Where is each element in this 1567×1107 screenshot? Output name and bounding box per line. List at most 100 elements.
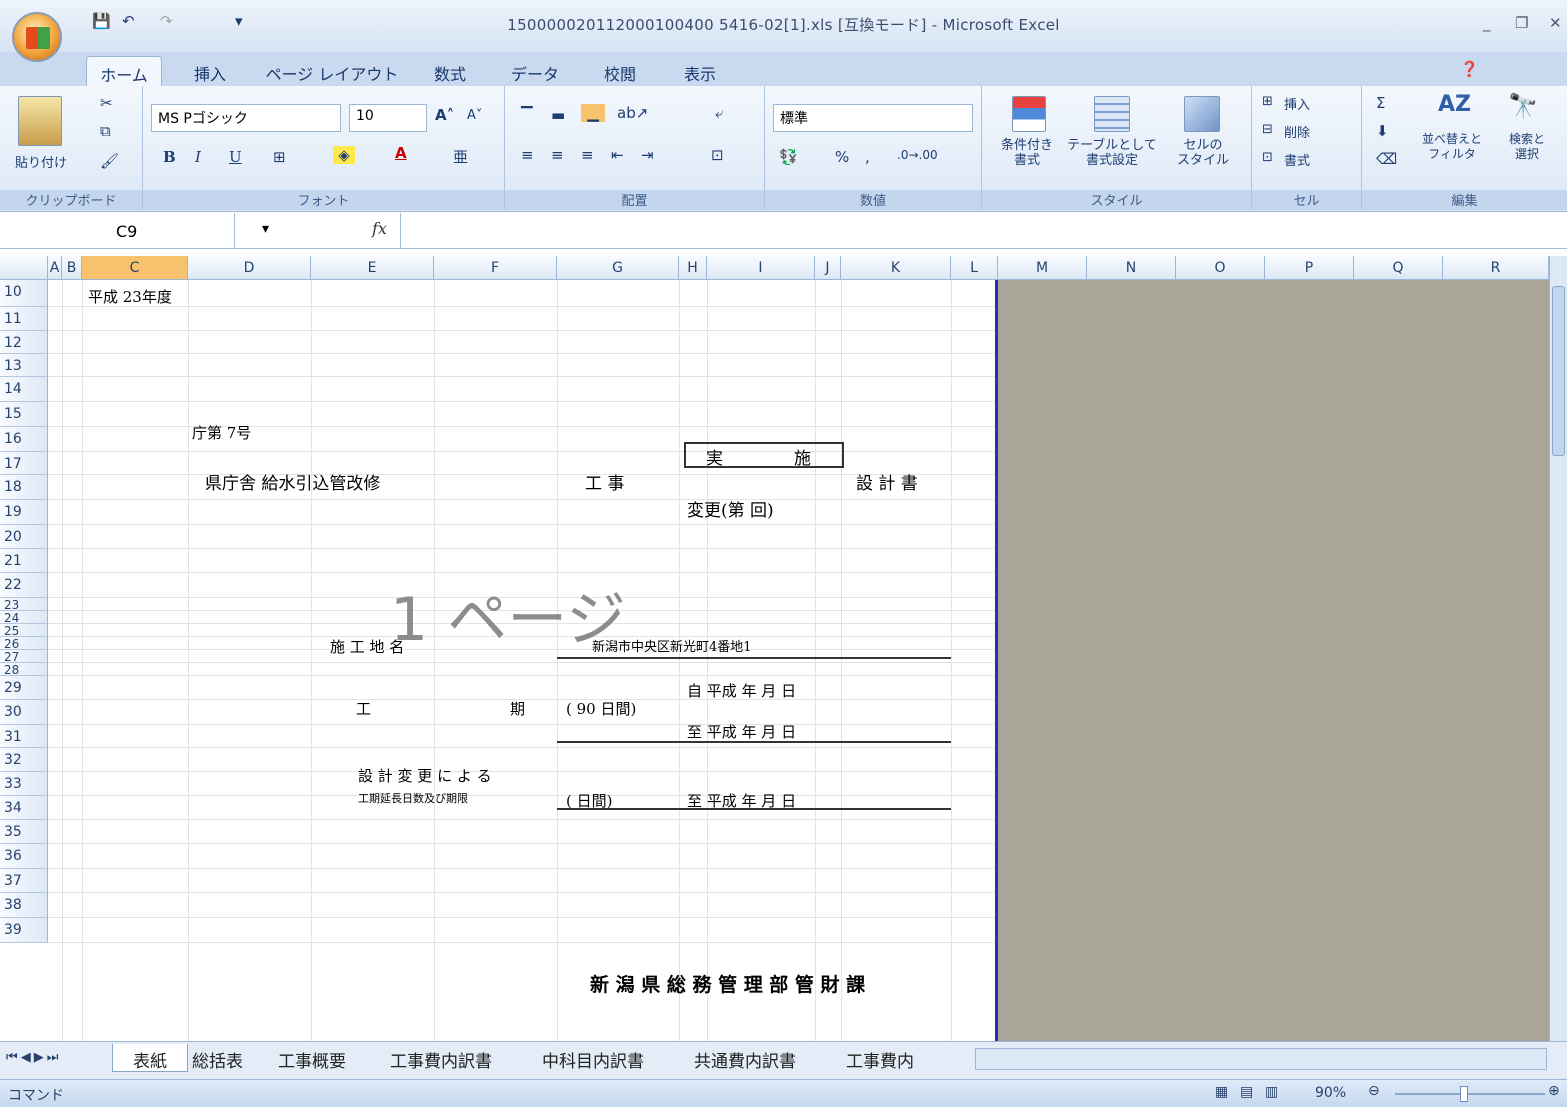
align-left-icon[interactable]: ≡ bbox=[521, 146, 534, 164]
row-header[interactable]: 10 bbox=[0, 280, 48, 307]
sheet-tab-common-detail[interactable]: 共通費内訳書 bbox=[694, 1044, 834, 1072]
zoom-level[interactable]: 90% bbox=[1315, 1085, 1346, 1101]
font-name-select[interactable]: MS Pゴシック bbox=[151, 104, 341, 132]
vertical-scrollbar[interactable] bbox=[1549, 256, 1567, 1041]
jisshi-box[interactable]: 実 施 bbox=[684, 442, 844, 469]
row-header[interactable]: 21 bbox=[0, 549, 48, 573]
row-header[interactable]: 29 bbox=[0, 676, 48, 700]
phonetic-icon[interactable]: 亜 bbox=[453, 146, 468, 167]
tab-formulas[interactable]: 数式 bbox=[420, 56, 480, 86]
row-header[interactable]: 13 bbox=[0, 354, 48, 377]
undo-icon[interactable]: ↶ bbox=[122, 12, 135, 30]
horizontal-scrollbar[interactable] bbox=[975, 1048, 1547, 1070]
row-header[interactable]: 22 bbox=[0, 573, 48, 598]
column-header-h[interactable]: H bbox=[679, 256, 707, 280]
insert-cells-button[interactable]: 挿入 bbox=[1284, 94, 1310, 113]
column-header-p[interactable]: P bbox=[1265, 256, 1354, 280]
font-size-select[interactable]: 10 bbox=[349, 104, 427, 132]
cell-styles-button[interactable]: セルの スタイル bbox=[1168, 138, 1238, 168]
save-icon[interactable]: 💾 bbox=[92, 12, 111, 30]
find-icon[interactable]: 🔭 bbox=[1508, 92, 1538, 120]
column-header-j[interactable]: J bbox=[815, 256, 841, 280]
column-header-b[interactable]: B bbox=[62, 256, 82, 280]
row-header[interactable]: 16 bbox=[0, 427, 48, 452]
office-button[interactable] bbox=[12, 12, 62, 62]
column-header-i[interactable]: I bbox=[707, 256, 815, 280]
column-header-g[interactable]: G bbox=[557, 256, 679, 280]
autosum-icon[interactable]: Σ bbox=[1376, 94, 1385, 112]
sheet-tab-summary[interactable]: 総括表 bbox=[192, 1044, 268, 1072]
close-button[interactable]: ✕ bbox=[1549, 14, 1562, 32]
column-header-c[interactable]: C bbox=[82, 256, 188, 280]
name-box[interactable]: C9 bbox=[0, 213, 235, 249]
row-header[interactable]: 31 bbox=[0, 725, 48, 748]
tab-view[interactable]: 表示 bbox=[670, 56, 730, 86]
paste-icon[interactable] bbox=[18, 96, 62, 146]
number-format-select[interactable]: 標準 bbox=[773, 104, 973, 132]
zoom-in-icon[interactable]: ⊕ bbox=[1548, 1083, 1560, 1099]
select-all-corner[interactable] bbox=[0, 256, 48, 280]
row-header[interactable]: 23 bbox=[0, 598, 48, 612]
column-header-q[interactable]: Q bbox=[1354, 256, 1443, 280]
increase-indent-icon[interactable]: ⇥ bbox=[641, 146, 654, 164]
column-header-o[interactable]: O bbox=[1176, 256, 1265, 280]
row-header[interactable]: 24 bbox=[0, 611, 48, 625]
tab-insert[interactable]: 挿入 bbox=[180, 56, 240, 86]
delete-cells-icon[interactable]: ⊟ bbox=[1262, 122, 1273, 137]
view-pagebreak-icon[interactable]: ▥ bbox=[1265, 1084, 1278, 1100]
format-cells-icon[interactable]: ⊡ bbox=[1262, 150, 1273, 165]
period-label-2[interactable]: 期 bbox=[510, 698, 525, 719]
column-header-l[interactable]: L bbox=[951, 256, 998, 280]
row-header[interactable]: 32 bbox=[0, 748, 48, 772]
align-middle-icon[interactable]: ▬ bbox=[551, 106, 565, 124]
insert-function-button[interactable]: fx bbox=[372, 219, 387, 238]
project-name-cell[interactable]: 県庁舎 給水引込管改修 bbox=[205, 469, 380, 494]
clear-icon[interactable]: ⌫ bbox=[1376, 150, 1397, 168]
column-header-d[interactable]: D bbox=[188, 256, 311, 280]
help-icon[interactable]: ❓ bbox=[1460, 60, 1479, 78]
department-cell[interactable]: 新 潟 県 総 務 管 理 部 管 財 課 bbox=[590, 970, 865, 997]
column-header-a[interactable]: A bbox=[48, 256, 62, 280]
row-header[interactable]: 38 bbox=[0, 893, 48, 918]
format-cells-button[interactable]: 書式 bbox=[1284, 150, 1310, 169]
row-header[interactable]: 27 bbox=[0, 650, 48, 664]
column-header-k[interactable]: K bbox=[841, 256, 951, 280]
sheet-nav-icon[interactable]: ⏮◀▶⏭ bbox=[6, 1050, 61, 1065]
insert-cells-icon[interactable]: ⊞ bbox=[1262, 94, 1273, 109]
merge-center-icon[interactable]: ⊡ bbox=[711, 146, 724, 164]
row-header[interactable]: 39 bbox=[0, 918, 48, 943]
wrap-text-icon[interactable]: ⤶ bbox=[715, 104, 723, 122]
formula-input[interactable] bbox=[400, 213, 1550, 249]
construction-cell[interactable]: 工 事 bbox=[585, 469, 624, 494]
column-header-f[interactable]: F bbox=[434, 256, 557, 280]
row-header[interactable]: 28 bbox=[0, 663, 48, 677]
row-header[interactable]: 17 bbox=[0, 452, 48, 475]
change-label-cell[interactable]: 設 計 変 更 に よ る bbox=[358, 765, 492, 786]
paste-button[interactable]: 貼り付け bbox=[6, 152, 76, 171]
period-label-1[interactable]: 工 bbox=[356, 698, 371, 719]
format-painter-icon[interactable]: 🖌 bbox=[100, 152, 119, 170]
sort-filter-icon[interactable]: AZ bbox=[1438, 92, 1471, 117]
minimize-button[interactable]: _ bbox=[1483, 14, 1491, 32]
sekkeisho-cell[interactable]: 設 計 書 bbox=[856, 469, 918, 494]
zoom-slider[interactable] bbox=[1395, 1093, 1545, 1095]
sheet-tab-sub-detail[interactable]: 中科目内訳書 bbox=[542, 1044, 682, 1072]
row-header[interactable]: 11 bbox=[0, 307, 48, 331]
shrink-font-button[interactable]: A˅ bbox=[467, 108, 482, 123]
tab-data[interactable]: データ bbox=[500, 56, 570, 86]
qat-dropdown-icon[interactable]: ▾ bbox=[235, 12, 243, 30]
align-top-icon[interactable]: ▔ bbox=[521, 106, 533, 124]
cut-icon[interactable]: ✂ bbox=[100, 94, 113, 112]
increase-decimal-icon[interactable]: .0→.00 bbox=[897, 148, 938, 162]
row-header[interactable]: 35 bbox=[0, 820, 48, 844]
column-header-m[interactable]: M bbox=[998, 256, 1087, 280]
italic-button[interactable]: I bbox=[195, 148, 201, 166]
row-header[interactable]: 19 bbox=[0, 500, 48, 525]
sheet-tab-cover[interactable]: 表紙 bbox=[112, 1044, 188, 1072]
row-header[interactable]: 20 bbox=[0, 525, 48, 549]
period-to-cell[interactable]: 至 平成 年 月 日 bbox=[687, 721, 796, 742]
row-header[interactable]: 34 bbox=[0, 796, 48, 820]
row-header[interactable]: 26 bbox=[0, 637, 48, 651]
row-header[interactable]: 36 bbox=[0, 844, 48, 869]
sort-filter-button[interactable]: 並べ替えと フィルタ bbox=[1412, 132, 1492, 162]
